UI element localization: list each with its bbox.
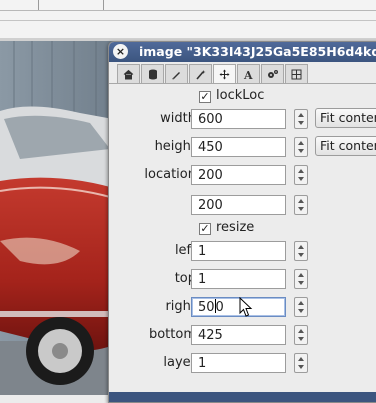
stepper-down-icon[interactable] xyxy=(298,281,304,285)
right-value-before-caret: 50 xyxy=(198,300,215,315)
stepper-up-icon[interactable] xyxy=(298,301,304,305)
tab-pencil[interactable] xyxy=(165,64,188,83)
panel-titlebar[interactable]: × image "3K33I43J25Ga5E85H6d4kd3 xyxy=(109,42,376,62)
svg-text:A: A xyxy=(243,69,253,80)
stepper-down-icon[interactable] xyxy=(298,121,304,125)
stepper-up-icon[interactable] xyxy=(298,329,304,333)
fit-content-height-button[interactable]: Fit content xyxy=(315,136,376,156)
lockloc-checkbox[interactable]: ✓ xyxy=(199,91,211,103)
mouse-pointer-icon xyxy=(239,297,253,317)
right-value-after-caret: 0 xyxy=(215,300,224,315)
tab-settings[interactable] xyxy=(261,64,284,83)
toolbar-separator xyxy=(103,0,104,10)
top-field[interactable]: 1 xyxy=(191,269,286,289)
close-button[interactable]: × xyxy=(113,44,128,59)
location-label: location xyxy=(144,167,196,182)
stepper-down-icon[interactable] xyxy=(298,309,304,313)
text-icon: A xyxy=(243,69,253,80)
car-image[interactable] xyxy=(0,41,124,395)
resize-checkbox[interactable]: ✓ xyxy=(199,223,211,235)
pencil-icon xyxy=(172,71,180,80)
bottom-field[interactable]: 425 xyxy=(191,325,286,345)
location-y-field[interactable]: 200 xyxy=(191,195,286,215)
stepper-down-icon[interactable] xyxy=(298,207,304,211)
bottom-label: bottom xyxy=(148,327,196,342)
top-stepper[interactable] xyxy=(294,269,308,289)
width-stepper[interactable] xyxy=(294,109,308,129)
stepper-up-icon[interactable] xyxy=(298,141,304,145)
top-toolbar xyxy=(0,0,376,38)
toolbar-divider xyxy=(0,10,376,11)
toolbar-divider xyxy=(0,20,376,21)
gears-icon xyxy=(267,69,278,78)
height-stepper[interactable] xyxy=(294,137,308,157)
tab-effects[interactable] xyxy=(189,64,212,83)
tab-divider xyxy=(109,83,376,84)
fit-content-width-button[interactable]: Fit content xyxy=(315,108,376,128)
toolbar-separator xyxy=(38,0,39,10)
width-field[interactable]: 600 xyxy=(191,109,286,129)
layer-field[interactable]: 1 xyxy=(191,353,286,373)
stepper-down-icon[interactable] xyxy=(298,337,304,341)
stepper-down-icon[interactable] xyxy=(298,365,304,369)
tab-text[interactable]: A xyxy=(237,64,260,83)
layer-stepper[interactable] xyxy=(294,353,308,373)
left-stepper[interactable] xyxy=(294,241,308,261)
stepper-down-icon[interactable] xyxy=(298,149,304,153)
grid-icon xyxy=(291,69,302,79)
tab-geometry[interactable] xyxy=(285,64,308,83)
panel-bottom-edge xyxy=(109,392,376,402)
tab-data[interactable] xyxy=(141,64,164,83)
home-icon xyxy=(123,69,134,79)
lockloc-label: lockLoc xyxy=(216,88,265,103)
inspector-tabs: A xyxy=(117,64,309,84)
wand-icon xyxy=(196,69,206,80)
stepper-up-icon[interactable] xyxy=(298,357,304,361)
stepper-up-icon[interactable] xyxy=(298,273,304,277)
image-inspector-panel: × image "3K33I43J25Ga5E85H6d4kd3 A ✓ loc xyxy=(108,41,376,403)
tab-position-size[interactable] xyxy=(213,64,236,84)
right-stepper[interactable] xyxy=(294,297,308,317)
stepper-up-icon[interactable] xyxy=(298,245,304,249)
database-icon xyxy=(148,69,157,79)
location-x-stepper[interactable] xyxy=(294,165,308,185)
move-icon xyxy=(219,69,230,80)
height-label: height xyxy=(154,139,196,154)
stepper-down-icon[interactable] xyxy=(298,177,304,181)
panel-title: image "3K33I43J25Ga5E85H6d4kd3 xyxy=(139,44,376,59)
tab-basic-properties[interactable] xyxy=(117,64,140,83)
bottom-stepper[interactable] xyxy=(294,325,308,345)
resize-label: resize xyxy=(216,220,255,235)
stepper-up-icon[interactable] xyxy=(298,113,304,117)
stepper-up-icon[interactable] xyxy=(298,199,304,203)
location-x-field[interactable]: 200 xyxy=(191,165,286,185)
height-field[interactable]: 450 xyxy=(191,137,286,157)
stepper-up-icon[interactable] xyxy=(298,169,304,173)
left-field[interactable]: 1 xyxy=(191,241,286,261)
location-y-stepper[interactable] xyxy=(294,195,308,215)
stepper-down-icon[interactable] xyxy=(298,253,304,257)
